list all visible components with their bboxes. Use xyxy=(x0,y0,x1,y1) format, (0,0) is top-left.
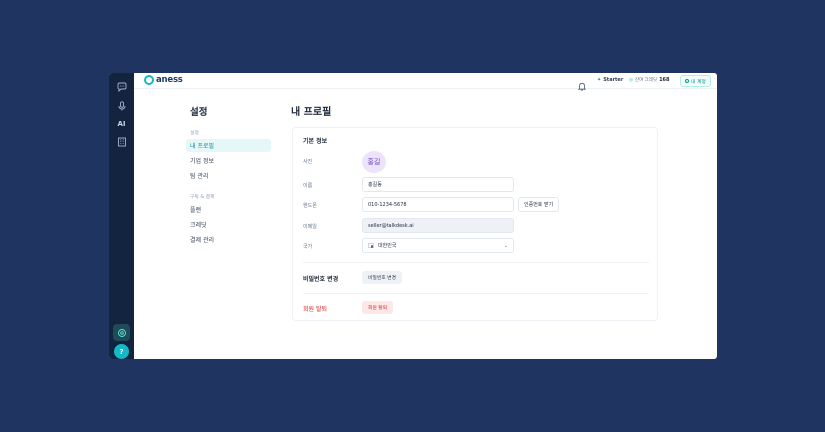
bell-icon[interactable] xyxy=(577,76,587,91)
logo-icon xyxy=(144,75,154,85)
settings-title: 설정 xyxy=(190,107,208,118)
basic-info-heading: 기본 정보 xyxy=(303,138,328,145)
settings-icon[interactable] xyxy=(113,324,130,341)
nav-item-credit[interactable]: 크레딧 xyxy=(186,218,271,231)
brand-name: aness xyxy=(156,75,183,85)
photo-label: 사진 xyxy=(303,159,313,165)
account-button[interactable]: 내 계정 xyxy=(680,75,711,87)
coin-icon: ◎ xyxy=(629,77,633,83)
credit-value: 168 xyxy=(659,77,670,83)
page-title: 내 프로필 xyxy=(291,107,332,118)
phone-field[interactable]: 010-1234-5678 xyxy=(362,197,514,212)
withdraw-heading: 회원 탈퇴 xyxy=(303,306,327,313)
chat-icon[interactable] xyxy=(113,78,130,95)
email-label: 이메일 xyxy=(303,224,317,230)
password-heading: 비밀번호 변경 xyxy=(303,276,339,283)
change-password-button[interactable]: 비밀번호 변경 xyxy=(362,271,403,284)
avatar[interactable]: 홍길 xyxy=(362,151,386,173)
icon-rail: AI ? xyxy=(109,73,134,359)
sparkle-icon: ✦ xyxy=(597,77,602,83)
country-label: 국가 xyxy=(303,244,313,250)
plan-label: Starter xyxy=(603,77,624,83)
country-value: 대한민국 xyxy=(378,243,397,249)
ai-nav[interactable]: AI xyxy=(113,115,130,132)
email-field: seller@talkdesk.ai xyxy=(362,218,514,233)
user-icon xyxy=(685,79,689,83)
divider xyxy=(303,293,649,294)
nav-group-billing: 구독 & 결제 xyxy=(190,195,215,200)
help-button[interactable]: ? xyxy=(114,344,129,359)
nav-item-plan[interactable]: 플랜 xyxy=(186,203,271,216)
credit-label: 잔여 크레딧 xyxy=(634,78,658,83)
name-label: 이름 xyxy=(303,183,313,189)
account-label: 내 계정 xyxy=(691,79,706,85)
chevron-down-icon: ⌄ xyxy=(503,243,508,249)
country-select[interactable]: 대한민국 ⌄ xyxy=(362,238,514,253)
nav-group-settings: 설정 xyxy=(190,131,199,136)
microphone-icon[interactable] xyxy=(113,97,130,114)
divider xyxy=(303,262,649,263)
phone-label: 핸드폰 xyxy=(303,203,317,209)
nav-item-my-profile[interactable]: 내 프로필 xyxy=(186,139,271,152)
korea-flag-icon xyxy=(368,243,374,248)
app-window: AI ? aness ✦ Starter ◎ 잔여 크레딧 168 내 계정 설… xyxy=(109,73,717,359)
nav-item-team[interactable]: 팀 관리 xyxy=(186,169,271,182)
building-icon[interactable] xyxy=(113,133,130,150)
withdraw-button[interactable]: 회원 탈퇴 xyxy=(362,301,394,314)
verify-code-button[interactable]: 인증번호 받기 xyxy=(518,197,560,212)
name-field[interactable]: 홍길동 xyxy=(362,177,514,192)
nav-item-company-info[interactable]: 기업 정보 xyxy=(186,154,271,167)
plan-badge[interactable]: ✦ Starter xyxy=(597,77,623,83)
credit-indicator[interactable]: ◎ 잔여 크레딧 168 xyxy=(629,77,670,83)
profile-card: 기본 정보 사진 홍길 이름 홍길동 핸드폰 010-1234-5678 인증번… xyxy=(292,127,658,321)
brand-logo[interactable]: aness xyxy=(144,75,183,85)
top-header: aness ✦ Starter ◎ 잔여 크레딧 168 내 계정 xyxy=(134,73,717,91)
nav-item-billing-manage[interactable]: 결제 관리 xyxy=(186,233,271,246)
